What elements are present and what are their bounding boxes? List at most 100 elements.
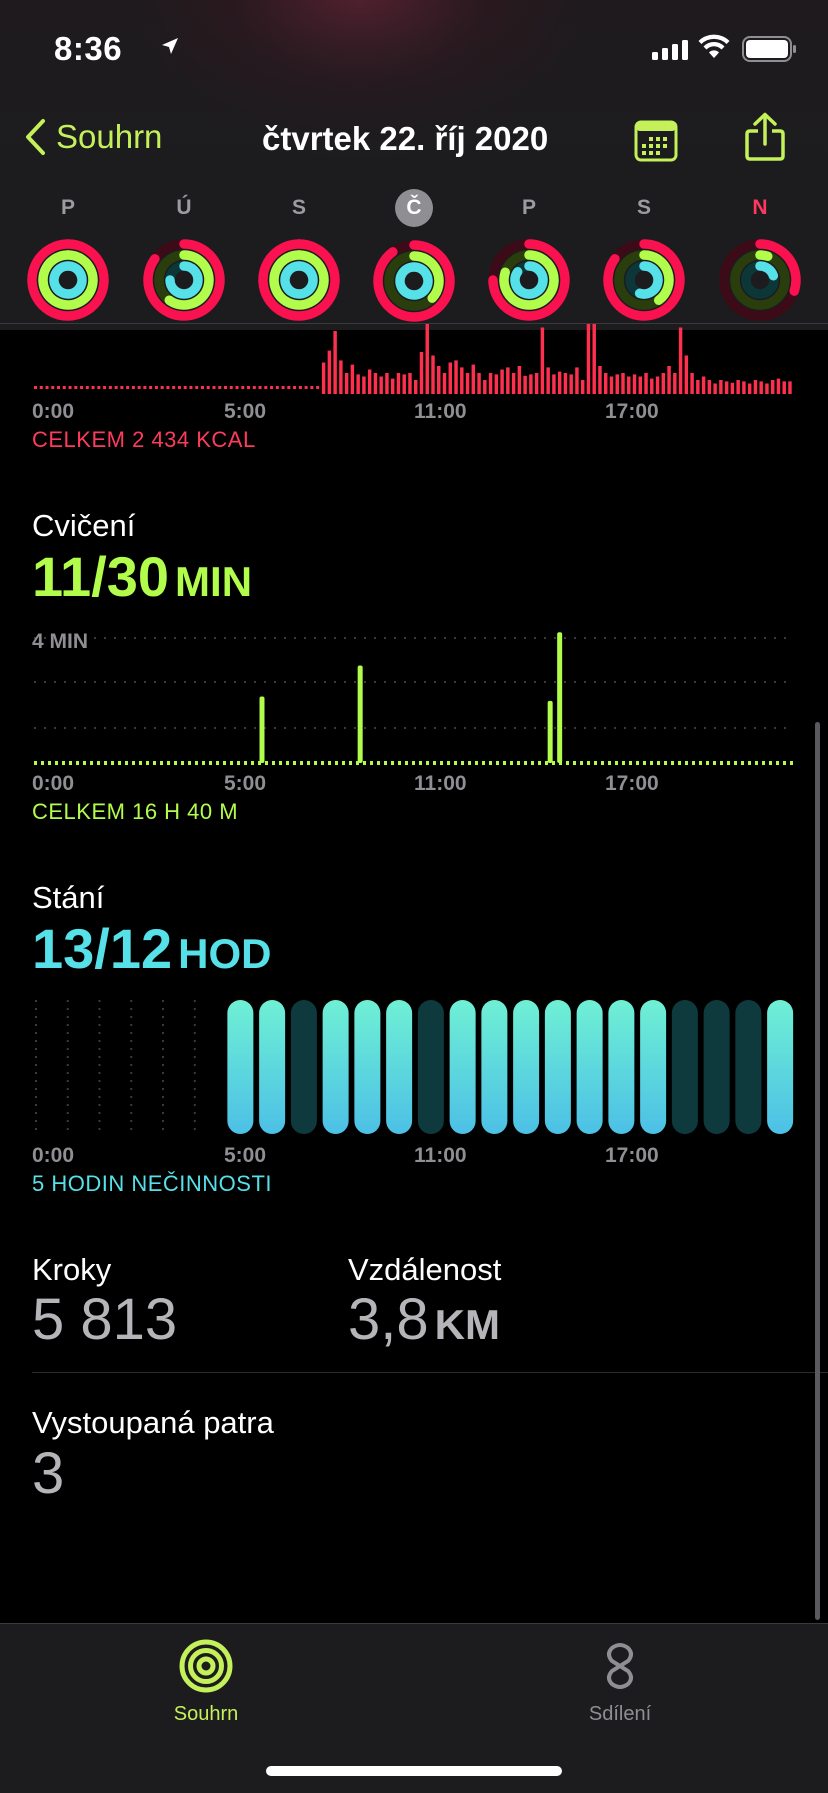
- stand-value: 13/12 HOD: [32, 916, 271, 981]
- move-bar: [431, 355, 435, 394]
- move-bar: [471, 364, 476, 394]
- move-bar: [690, 373, 694, 394]
- floors-title: Vystoupaná patra: [32, 1405, 274, 1440]
- move-bar: [604, 373, 608, 394]
- day-5[interactable]: S: [599, 190, 689, 322]
- week-selector: PÚSČPSN: [0, 189, 828, 323]
- stand-title: Stání: [32, 880, 105, 915]
- stand-total: 5 HODIN NEČINNOSTI: [32, 1171, 273, 1196]
- distance-value-unit: KM: [434, 1301, 500, 1348]
- move-bar: [362, 376, 366, 394]
- move-tick-1: 5:00: [224, 400, 267, 423]
- move-bar: [396, 373, 401, 394]
- move-bar: [131, 386, 135, 389]
- move-bar: [563, 373, 568, 394]
- move-bar: [264, 386, 268, 389]
- scroll-indicator[interactable]: [815, 722, 820, 1620]
- wifi-icon: [698, 34, 730, 65]
- stand-hour-active: [576, 1000, 603, 1134]
- stand-tick-2: 11:00: [414, 1144, 467, 1167]
- move-bar: [546, 367, 550, 394]
- move-bar: [74, 386, 78, 389]
- move-bar: [730, 382, 735, 394]
- move-bar: [281, 386, 285, 389]
- move-tick-3: 17:00: [605, 400, 659, 423]
- day-2[interactable]: S: [254, 190, 344, 322]
- metrics-divider: [32, 1372, 828, 1373]
- move-bar: [661, 373, 666, 394]
- move-bar: [241, 386, 245, 389]
- move-bar: [529, 374, 533, 394]
- move-bar: [68, 386, 72, 389]
- move-bar: [655, 376, 660, 394]
- move-bar: [385, 373, 389, 394]
- move-bar: [34, 386, 37, 389]
- move-bar: [356, 374, 360, 394]
- move-bar: [143, 386, 147, 389]
- calendar-button[interactable]: [634, 120, 678, 167]
- move-bar: [224, 386, 227, 389]
- move-tick-2: 11:00: [414, 400, 467, 423]
- move-bar: [724, 381, 729, 394]
- stand-hour-active: [608, 1000, 635, 1134]
- move-bar: [333, 331, 337, 394]
- tab-sharing[interactable]: Sdílení: [520, 1624, 720, 1726]
- stand-hour-active: [767, 1000, 794, 1134]
- activity-rings-icon: [719, 239, 801, 321]
- move-bar: [465, 373, 470, 394]
- move-bar: [448, 362, 452, 394]
- move-bar: [454, 360, 458, 394]
- back-button[interactable]: Souhrn: [24, 118, 162, 156]
- move-bar: [552, 374, 556, 394]
- stand-tick-0: 0:00: [32, 1144, 75, 1167]
- move-bar: [759, 381, 763, 394]
- move-bar: [511, 373, 516, 394]
- day-letter: N: [752, 196, 768, 219]
- sharing-icon: [607, 1643, 633, 1689]
- stand-hour-inactive: [671, 1000, 698, 1134]
- day-1[interactable]: Ú: [139, 190, 229, 322]
- move-bar: [339, 360, 343, 394]
- move-bar: [540, 327, 545, 394]
- home-indicator: [266, 1766, 562, 1776]
- day-3[interactable]: Č: [369, 189, 459, 323]
- move-bar: [344, 373, 349, 394]
- tab-summary[interactable]: Souhrn: [106, 1624, 306, 1726]
- move-bar: [177, 386, 181, 389]
- stand-tick-3: 17:00: [605, 1144, 659, 1167]
- page-title: čtvrtek 22. říj 2020: [262, 120, 549, 157]
- move-bar: [632, 374, 637, 394]
- stand-tick-1: 5:00: [224, 1144, 267, 1167]
- exercise-value-number: 11/30: [32, 545, 170, 608]
- move-bar: [460, 367, 464, 394]
- move-bar: [206, 386, 210, 389]
- ring-progress: [49, 261, 87, 299]
- move-bar: [701, 376, 706, 394]
- move-bar: [229, 386, 233, 389]
- move-bar: [414, 380, 418, 394]
- day-letter: Č: [395, 189, 433, 227]
- move-bar: [500, 369, 504, 394]
- move-bar: [252, 386, 256, 389]
- day-0[interactable]: P: [23, 190, 113, 322]
- stand-chart: [0, 996, 828, 1138]
- move-bar: [753, 380, 758, 394]
- move-bar: [293, 386, 297, 389]
- share-button[interactable]: [744, 112, 786, 167]
- move-bar: [154, 386, 158, 389]
- move-bar: [103, 386, 107, 389]
- move-bar: [45, 386, 49, 389]
- move-bar: [598, 366, 602, 394]
- move-bar: [327, 350, 332, 394]
- move-bar: [212, 386, 216, 389]
- day-6[interactable]: N: [715, 190, 805, 322]
- day-4[interactable]: P: [484, 190, 574, 322]
- move-bar: [316, 386, 320, 389]
- move-bar: [580, 380, 585, 394]
- move-bar: [160, 386, 164, 389]
- activity-rings-icon: [603, 239, 685, 321]
- move-bar: [782, 381, 786, 394]
- share-icon: [745, 112, 785, 161]
- move-bar: [350, 364, 355, 394]
- cellular-signal-icon: [652, 38, 688, 60]
